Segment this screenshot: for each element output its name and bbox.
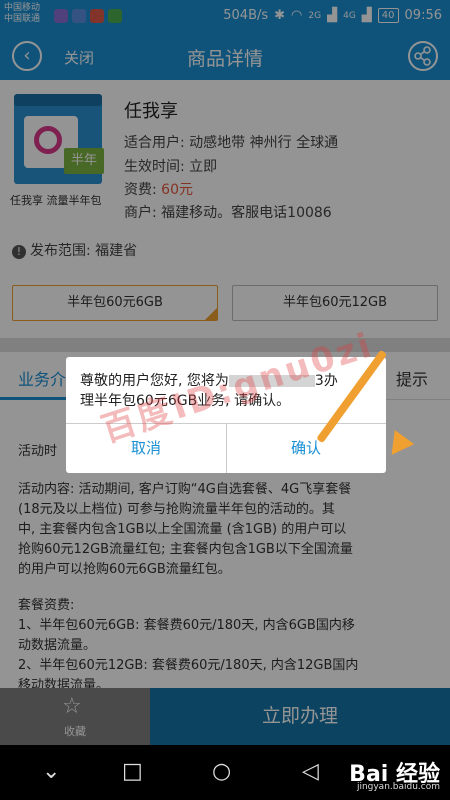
recents-icon[interactable]: □ bbox=[122, 759, 143, 785]
home-icon[interactable]: ○ bbox=[212, 759, 231, 785]
back-icon[interactable]: ◁ bbox=[302, 759, 319, 785]
confirm-button[interactable]: 确认 bbox=[226, 424, 386, 473]
baidu-url: jingyan.baidu.com bbox=[356, 782, 440, 792]
collapse-icon[interactable]: ⌄ bbox=[42, 759, 60, 785]
